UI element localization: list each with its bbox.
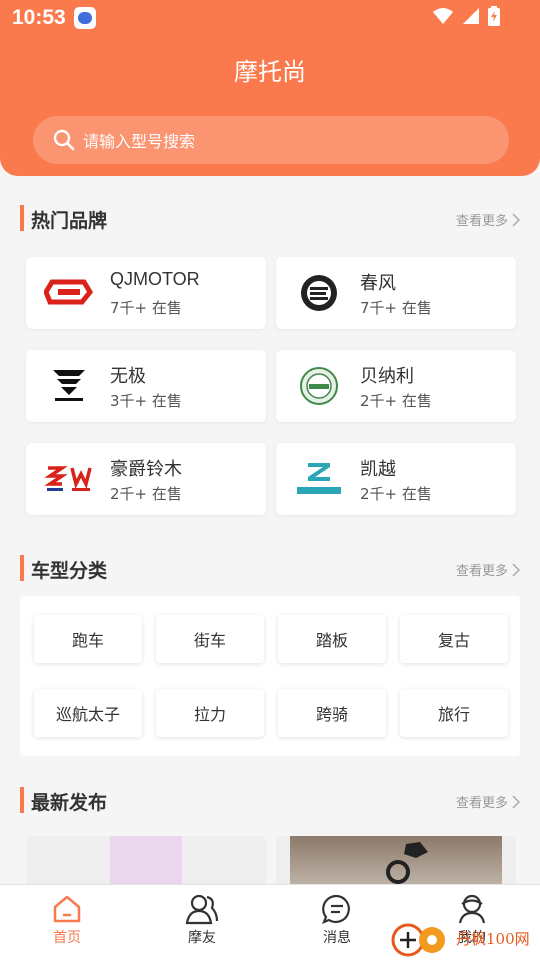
tab-messages[interactable]: 消息: [297, 893, 377, 947]
brand-name: 豪爵铃木: [110, 459, 182, 479]
brand-count: 7千+ 在售: [110, 299, 182, 317]
search-input[interactable]: 请输入型号搜索: [33, 116, 509, 164]
battery-icon: [488, 6, 500, 26]
tab-home[interactable]: 首页: [27, 893, 107, 947]
brand-name: 春风: [360, 273, 396, 293]
status-icons: [432, 6, 500, 26]
brand-name: 贝纳利: [360, 366, 414, 386]
motorcycle-photo: [386, 842, 428, 884]
brand-card-haojue-suzuki[interactable]: 豪爵铃木 2千+ 在售: [26, 443, 266, 515]
section-accent-bar: [20, 205, 24, 231]
category-street[interactable]: 街车: [156, 615, 264, 663]
chevron-right-icon: [512, 212, 520, 227]
benelli-logo: [294, 366, 344, 406]
status-time: 10:53: [12, 6, 66, 29]
more-label: 查看更多: [455, 564, 508, 579]
section-accent-bar: [20, 555, 24, 581]
brand-count: 3千+ 在售: [110, 392, 182, 410]
category-underbone[interactable]: 跨骑: [278, 689, 386, 737]
tab-label: 摩友: [188, 930, 216, 946]
watermark-logo-icon: [391, 923, 445, 957]
more-label: 查看更多: [455, 214, 508, 229]
section-accent-bar: [20, 787, 24, 813]
categories-title: 车型分类: [31, 560, 108, 582]
latest-more-link[interactable]: 查看更多: [456, 792, 520, 811]
watermark: 丹枫100网: [388, 916, 540, 960]
more-label: 查看更多: [455, 796, 508, 811]
brand-card-benelli[interactable]: 贝纳利 2千+ 在售: [276, 350, 516, 422]
kove-logo: [294, 459, 344, 499]
brand-card-cfmoto[interactable]: 春风 7千+ 在售: [276, 257, 516, 329]
hot-brands-title: 热门品牌: [31, 210, 108, 232]
tab-friends[interactable]: 摩友: [162, 893, 242, 947]
brand-card-kove[interactable]: 凯越 2千+ 在售: [276, 443, 516, 515]
category-sport[interactable]: 跑车: [34, 615, 142, 663]
chevron-right-icon: [512, 562, 520, 577]
latest-header: 最新发布 查看更多: [20, 785, 520, 815]
brand-card-voge[interactable]: 无极 3千+ 在售: [26, 350, 266, 422]
app-header: 10:53 摩托尚 请输入型号搜索: [0, 0, 540, 176]
category-cruiser[interactable]: 巡航太子: [34, 689, 142, 737]
friends-icon: [185, 894, 219, 925]
search-placeholder: 请输入型号搜索: [83, 132, 196, 151]
wifi-icon: [433, 8, 453, 24]
watermark-text: 丹枫100网: [456, 929, 530, 948]
categories-header: 车型分类 查看更多: [20, 553, 520, 583]
tab-label: 消息: [323, 930, 351, 946]
brand-count: 2千+ 在售: [360, 485, 432, 503]
voge-logo: [44, 366, 94, 406]
home-icon: [53, 895, 81, 923]
category-retro[interactable]: 复古: [400, 615, 508, 663]
tab-label: 首页: [53, 930, 81, 946]
brand-count: 2千+ 在售: [110, 485, 182, 503]
category-panel: 跑车 街车 踏板 复古 巡航太子 拉力 跨骑 旅行: [20, 596, 520, 756]
latest-title: 最新发布: [31, 792, 108, 814]
brand-name: 无极: [110, 366, 146, 386]
brand-card-qjmotor[interactable]: QJMOTOR 7千+ 在售: [26, 257, 266, 329]
cfmoto-logo: [294, 273, 344, 313]
chevron-right-icon: [512, 794, 520, 809]
category-touring[interactable]: 旅行: [400, 689, 508, 737]
brand-name: QJMOTOR: [110, 269, 200, 289]
status-bar: 10:53: [0, 0, 540, 36]
category-scooter[interactable]: 踏板: [278, 615, 386, 663]
page-title: 摩托尚: [234, 58, 306, 86]
brand-count: 7千+ 在售: [360, 299, 432, 317]
categories-more-link[interactable]: 查看更多: [456, 560, 520, 579]
category-adventure[interactable]: 拉力: [156, 689, 264, 737]
notification-app-icon: [74, 7, 96, 29]
signal-icon: [463, 8, 479, 24]
hot-brands-more-link[interactable]: 查看更多: [456, 210, 520, 229]
brand-count: 2千+ 在售: [360, 392, 432, 410]
brand-name: 凯越: [360, 459, 396, 479]
message-icon: [322, 894, 350, 924]
search-icon: [53, 129, 75, 151]
qjmotor-logo: [44, 273, 94, 313]
haojue-suzuki-logo: [44, 459, 94, 499]
hot-brands-header: 热门品牌 查看更多: [20, 203, 520, 233]
